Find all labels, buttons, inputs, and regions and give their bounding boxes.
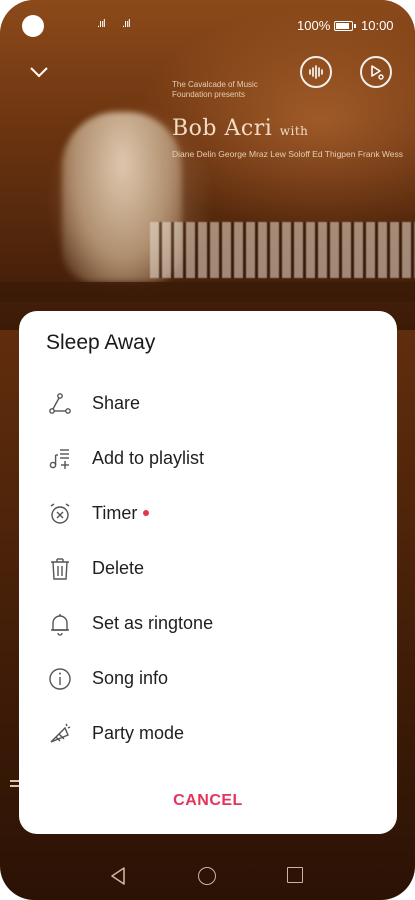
status-bar: .ııl .ııl 100% 10:00 [0,0,415,50]
status-time: 10:00 [361,18,394,33]
menu-item-label: Share [92,393,141,413]
system-navigation-bar [0,852,415,900]
info-icon [49,668,71,690]
menu-item-delete[interactable]: Delete [19,541,397,596]
menu-item-song-info[interactable]: Song info [19,651,397,706]
music-video-button[interactable] [360,56,392,88]
party-horn-icon [50,723,71,743]
menu-item-label: Delete [92,558,145,578]
front-camera [22,15,44,37]
bell-icon [51,614,69,636]
menu-item-label: Timer [92,503,150,524]
trash-icon [51,558,69,580]
menu-item-party-mode[interactable]: Party mode [19,706,397,761]
chevron-down-icon [30,67,48,78]
phone-screen: The Cavalcade of Music Foundation presen… [0,0,415,900]
recent-apps-icon[interactable] [287,867,303,883]
menu-item-set-as-ringtone[interactable]: Set as ringtone [19,596,397,651]
audio-effects-button[interactable] [300,56,332,88]
album-art-presenter: The Cavalcade of Music Foundation presen… [172,80,258,99]
signal-icon: .ııl [97,18,106,30]
play-note-icon [371,65,384,80]
album-art-artist-suffix: with [279,124,309,138]
back-icon[interactable] [109,866,127,886]
new-badge-dot [143,510,150,516]
menu-item-label: Party mode [92,723,185,743]
collapse-button[interactable] [27,60,51,84]
album-art-credits: Diane Delin George Mraz Lew Soloff Ed Th… [172,149,404,159]
menu-item-label: Song info [92,668,169,688]
menu-item-add-to-playlist[interactable]: Add to playlist [19,431,397,486]
album-art-artist: Bob Acri with [172,116,308,141]
sheet-title: Sleep Away [46,331,156,354]
sound-wave-icon [309,65,323,79]
battery-icon [334,21,356,31]
song-options-sheet: Sleep Away Share Add to playlist Timer D… [19,311,397,834]
options-menu: Share Add to playlist Timer Delete Set a… [19,376,397,761]
menu-item-label: Set as ringtone [92,613,214,633]
menu-item-label: Add to playlist [92,448,205,468]
share-icon [49,393,71,414]
battery-percentage: 100% [297,18,331,33]
album-art-piano-base [0,282,415,302]
timer-label: Timer [92,503,138,523]
alarm-clock-icon [50,503,70,524]
signal-icon: .ııl [122,18,131,30]
menu-item-share[interactable]: Share [19,376,397,431]
add-to-playlist-icon [49,449,69,469]
home-icon[interactable] [198,867,216,885]
cancel-button[interactable]: CANCEL [19,792,397,810]
menu-item-timer[interactable]: Timer [19,486,397,541]
album-art-artist-name: Bob Acri [172,116,273,141]
album-art-piano [150,222,415,278]
